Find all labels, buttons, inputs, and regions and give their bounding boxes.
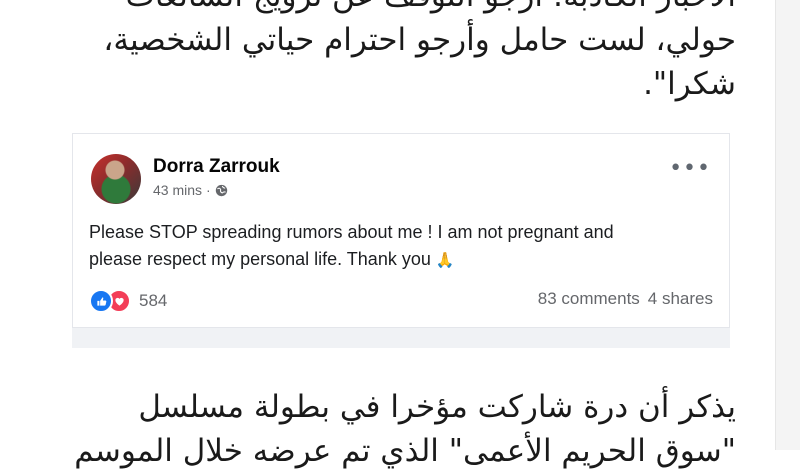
more-options-icon[interactable]: ••• <box>669 158 711 180</box>
post-line-2: please respect my personal life. Thank y… <box>89 246 719 274</box>
shares-count[interactable]: 4 shares <box>648 289 713 309</box>
meta-separator: · <box>206 182 211 198</box>
post-author[interactable]: Dorra Zarrouk <box>153 156 280 178</box>
article-line: شكرا". <box>643 66 736 102</box>
like-icon <box>89 289 113 313</box>
folded-hands-icon: 🙏 <box>435 252 455 269</box>
post-meta: 43 mins · <box>153 182 228 198</box>
reactions-summary[interactable]: 584 <box>89 289 167 313</box>
scrollbar-track[interactable] <box>775 0 800 450</box>
facebook-post-embed: Dorra Zarrouk 43 mins · ••• Please STOP … <box>72 133 730 348</box>
article-line: يذكر أن درة شاركت مؤخرا في بطولة مسلسل <box>138 389 736 425</box>
reaction-count[interactable]: 584 <box>139 291 167 311</box>
post-card: Dorra Zarrouk 43 mins · ••• Please STOP … <box>72 133 730 328</box>
article-line: حولي، لست حامل وأرجو احترام حياتي الشخصي… <box>103 22 736 58</box>
article-line: الأخبار الكاذبة: أرجو التوقف عن ترويج ال… <box>70 0 736 18</box>
post-line: Please STOP spreading rumors about me ! … <box>89 222 614 242</box>
globe-icon <box>215 184 227 196</box>
article-line: "سوق الحريم الأعمى" الذي تم عرضه خلال ال… <box>74 433 736 469</box>
article-paragraph-bottom: يذكر أن درة شاركت مؤخرا في بطولة مسلسل "… <box>70 385 736 473</box>
post-stats: 83 comments 4 shares <box>538 289 713 309</box>
post-text: Please STOP spreading rumors about me ! … <box>89 219 719 274</box>
post-time[interactable]: 43 mins <box>153 182 202 198</box>
comments-count[interactable]: 83 comments <box>538 289 640 309</box>
article-paragraph-top: الأخبار الكاذبة: أرجو التوقف عن ترويج ال… <box>70 0 736 106</box>
avatar[interactable] <box>91 154 141 204</box>
post-line: please respect my personal life. Thank y… <box>89 249 431 269</box>
